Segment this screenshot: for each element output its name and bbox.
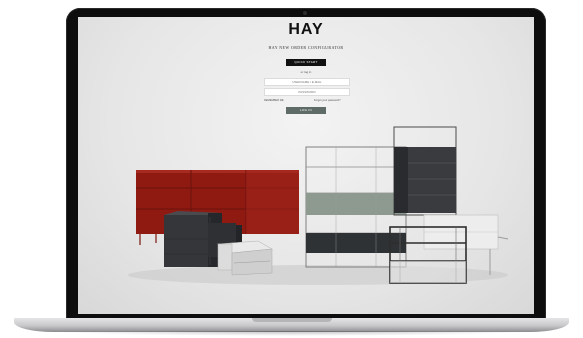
- white-side-table: [217, 240, 273, 276]
- laptop-shadow: [40, 331, 543, 336]
- remember-me-checkbox[interactable]: REMEMBER ME: [264, 99, 284, 102]
- camera-icon: [303, 11, 307, 15]
- green-open-shelving: [305, 146, 407, 268]
- laptop-hinge-notch: [252, 318, 332, 322]
- quick-start-button[interactable]: QUICK START: [286, 59, 326, 66]
- login-button[interactable]: LOG IN: [286, 107, 326, 114]
- password-field[interactable]: PASSWORD: [264, 88, 350, 96]
- configurator-subtitle: HAY NEW ORDER CONFIGURATOR: [268, 45, 344, 50]
- hay-logo: HAY: [288, 21, 324, 38]
- forgot-password-link[interactable]: Forgot your password?: [314, 99, 341, 102]
- dark-drawer-tower: [393, 126, 457, 216]
- or-login-text: or log in: [300, 70, 312, 74]
- laptop-screen: HAY HAY NEW ORDER CONFIGURATOR QUICK STA…: [78, 17, 534, 314]
- username-field[interactable]: USERNAME / E-MAIL: [264, 78, 350, 86]
